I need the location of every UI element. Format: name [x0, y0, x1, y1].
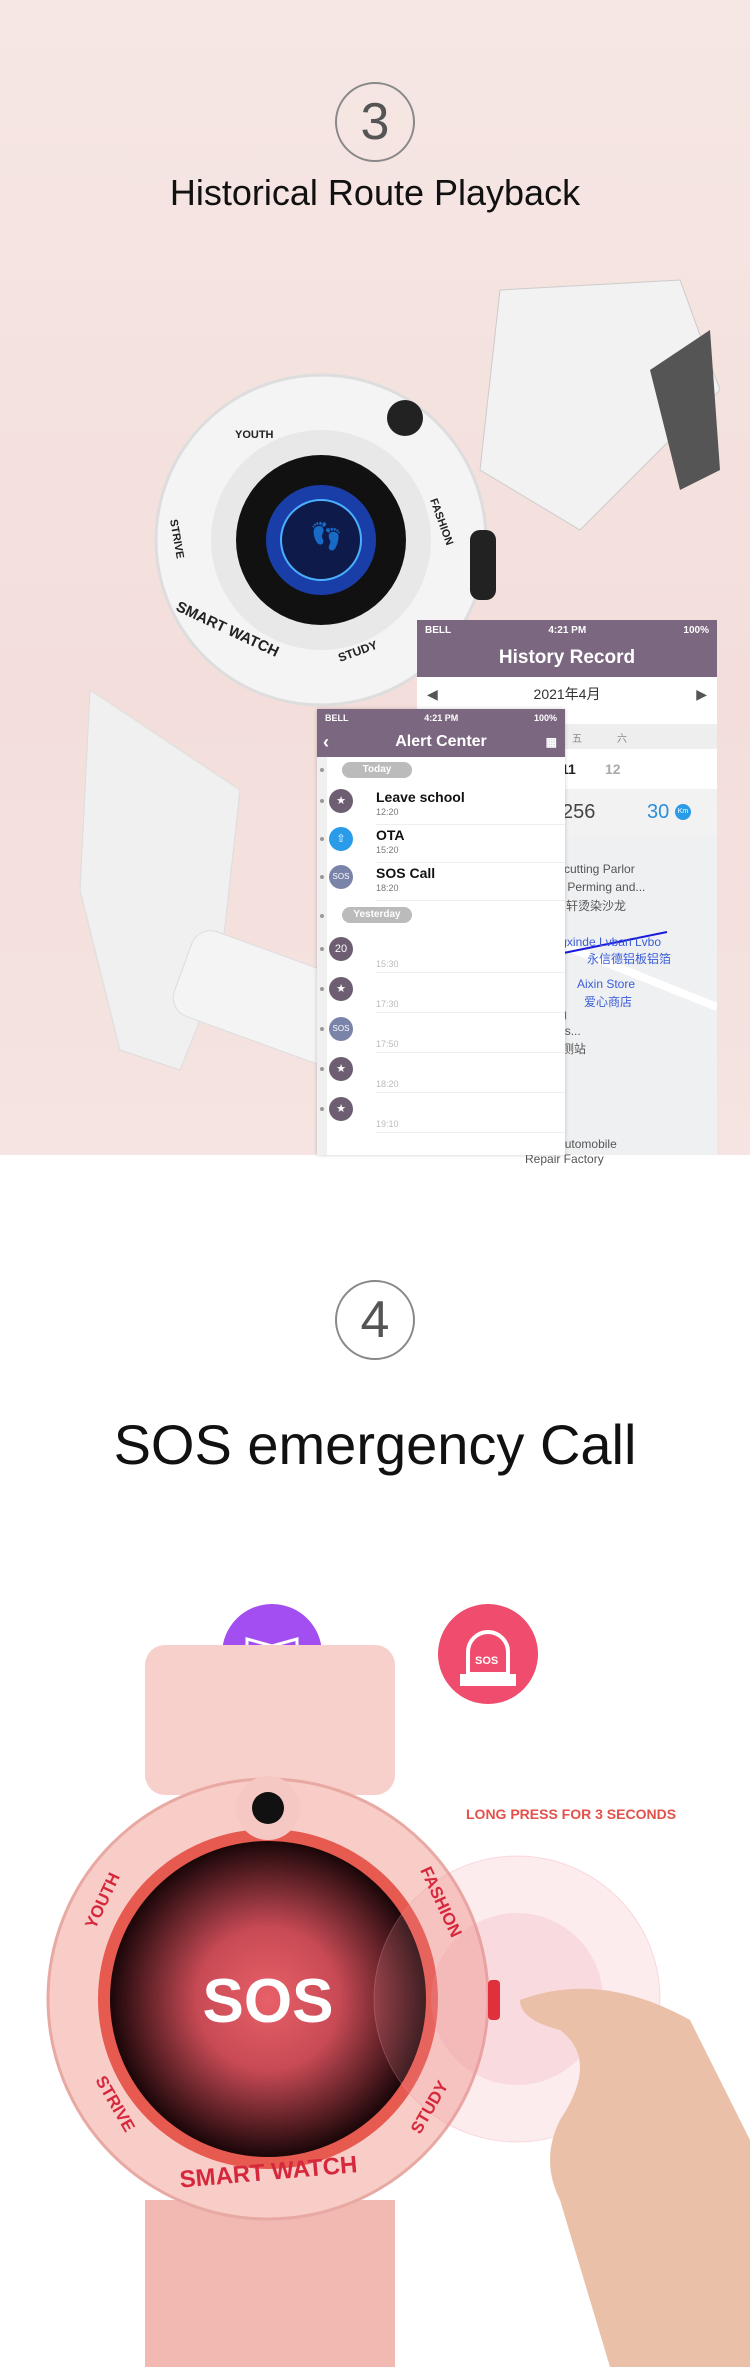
footprint-icon: 👣 — [310, 520, 342, 552]
alert-title: OTA — [376, 827, 405, 843]
sos-icon: SOS — [329, 865, 353, 889]
step-count: 256 — [562, 801, 596, 823]
km-badge: Km — [675, 804, 691, 820]
pink-watch-image: SOS YOUTH FASHION STRIVE STUDY SMART WAT… — [46, 1645, 750, 2367]
calendar-icon[interactable]: ▦ — [546, 727, 557, 757]
alert-title: Alert Center — [395, 733, 487, 750]
yesterday-label: Yesterday — [342, 907, 412, 923]
alert-item[interactable]: ★ 19:10 — [317, 1093, 565, 1133]
next-month-button[interactable]: ▶ — [696, 677, 707, 711]
alert-time: 17:30 — [376, 999, 399, 1009]
back-button[interactable]: ‹ — [323, 727, 329, 757]
section-title-sos: SOS emergency Call — [113, 1413, 637, 1476]
step-number-3: 3 — [335, 82, 415, 162]
alert-item[interactable]: ★ 18:20 — [317, 1053, 565, 1093]
distance-value: 30 — [647, 801, 670, 823]
history-title: History Record — [417, 642, 717, 677]
status-bar: BELL 4:21 PM 100% — [317, 709, 565, 727]
month-label: 2021年4月 — [533, 686, 601, 702]
upload-icon: ⇧ — [329, 827, 353, 851]
sos-icon: SOS — [329, 1017, 353, 1041]
prev-month-button[interactable]: ◀ — [427, 677, 438, 711]
sos-screen-text: SOS — [203, 1967, 334, 2036]
alert-item[interactable]: ★ Leave school 12:20 — [317, 785, 565, 825]
alert-item[interactable]: 20 15:30 — [317, 933, 565, 973]
alert-item[interactable]: SOS SOS Call 18:20 — [317, 861, 565, 901]
watch-label-youth: YOUTH — [235, 429, 274, 441]
section-title-route: Historical Route Playback — [169, 172, 581, 213]
star-icon: ★ — [329, 789, 353, 813]
alert-time: 15:30 — [376, 959, 399, 969]
alert-time: 18:20 — [376, 883, 399, 893]
step-number-4: 4 — [335, 1280, 415, 1360]
alert-time: 15:20 — [376, 845, 399, 855]
alert-time: 19:10 — [376, 1119, 399, 1129]
map-label: 永信德铝板铝箔 — [587, 952, 672, 966]
star-icon: ★ — [329, 1057, 353, 1081]
alert-title: SOS Call — [376, 865, 436, 881]
alert-time: 12:20 — [376, 807, 399, 817]
today-label: Today — [342, 762, 412, 778]
alert-time: 17:50 — [376, 1039, 399, 1049]
day[interactable]: 12 — [605, 761, 621, 777]
alert-list: Today Yesterday ★ Leave school 12:20 ⇧ OTA 15… — [317, 757, 565, 1155]
alert-item[interactable]: ★ 17:30 — [317, 973, 565, 1013]
long-press-hint: LONG PRESS FOR 3 SECONDS — [466, 1806, 677, 1822]
alert-item[interactable]: ⇧ OTA 15:20 — [317, 823, 565, 863]
badge-count: 20 — [329, 937, 353, 961]
status-bar: BELL 4:21 PM 100% — [417, 620, 717, 642]
map-label: 爱心商店 — [584, 995, 633, 1009]
alert-title: Leave school — [376, 789, 465, 805]
map-label: Aixin Store — [577, 977, 636, 991]
star-icon: ★ — [329, 1097, 353, 1121]
star-icon: ★ — [329, 977, 353, 1001]
alert-item[interactable]: SOS 17:50 — [317, 1013, 565, 1053]
alert-time: 18:20 — [376, 1079, 399, 1089]
alert-center-screen: BELL 4:21 PM 100% ‹ Alert Center ▦ Today… — [317, 709, 565, 1155]
